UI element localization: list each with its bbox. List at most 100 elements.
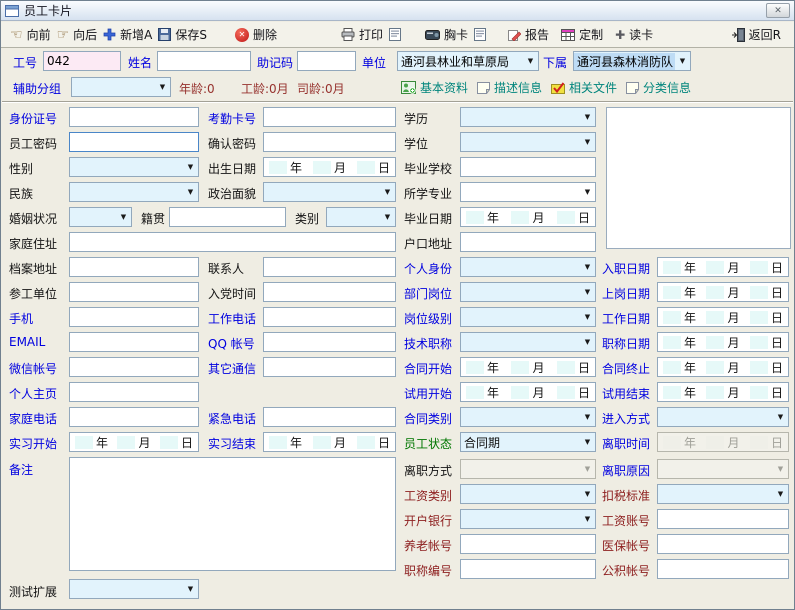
degree-dropdown[interactable]: ▼ [460,132,596,152]
mnemonic-input[interactable] [297,51,356,71]
hire-date-date-input[interactable]: 年月日 [657,257,789,277]
photo-placeholder[interactable] [606,107,791,249]
entry-method-dropdown[interactable]: ▼ [657,407,789,427]
dropdown-arrow-icon[interactable]: ▼ [580,413,595,421]
other-communication-input[interactable] [263,357,396,377]
archive-address-input[interactable] [69,257,199,277]
id-card-number-input[interactable] [69,107,199,127]
marital-status-dropdown[interactable]: ▼ [69,207,132,227]
name-input[interactable] [157,51,251,71]
confirm-password-input[interactable] [263,132,396,152]
badge-button[interactable]: 胸卡 [422,24,471,45]
dropdown-arrow-icon[interactable]: ▼ [580,438,595,446]
dropdown-arrow-icon[interactable]: ▼ [116,213,131,221]
close-button[interactable]: ✕ [766,3,790,18]
customize-button[interactable]: 定制 [558,24,606,45]
badge-preview-button[interactable] [471,26,489,43]
dropdown-arrow-icon[interactable]: ▼ [523,57,538,65]
political-status-dropdown[interactable]: ▼ [263,182,396,202]
contact-person-input[interactable] [263,257,396,277]
home-phone-input[interactable] [69,407,199,427]
internship-end-date-input[interactable]: 年月日 [263,432,396,452]
dropdown-arrow-icon[interactable]: ▼ [773,413,788,421]
test-extension-dropdown[interactable]: ▼ [69,579,199,599]
salary-category-dropdown[interactable]: ▼ [460,484,596,504]
dropdown-arrow-icon[interactable]: ▼ [675,57,690,65]
home-address-input[interactable] [69,232,396,252]
remarks-textarea[interactable] [69,457,396,571]
title-date-date-input[interactable]: 年月日 [657,332,789,352]
forward-button[interactable]: ☜ 向前 [7,24,54,45]
salary-account-input[interactable] [657,509,789,529]
dropdown-arrow-icon[interactable]: ▼ [580,313,595,321]
graduation-date-date-input[interactable]: 年月日 [460,207,596,227]
education-level-dropdown[interactable]: ▼ [460,107,596,127]
category-dropdown[interactable]: ▼ [326,207,396,227]
technical-title-dropdown[interactable]: ▼ [460,332,596,352]
dropdown-arrow-icon[interactable]: ▼ [580,288,595,296]
ethnicity-dropdown[interactable]: ▼ [69,182,199,202]
dropdown-arrow-icon[interactable]: ▼ [580,188,595,196]
tab-classification-info[interactable]: 分类信息 [626,79,691,96]
save-button[interactable]: 保存S [155,24,210,45]
birth-date-date-input[interactable]: 年月日 [263,157,396,177]
major-dropdown[interactable]: ▼ [460,182,596,202]
dropdown-arrow-icon[interactable]: ▼ [155,83,170,91]
medical-account-input[interactable] [657,534,789,554]
party-join-time-input[interactable] [263,282,396,302]
emp-no-input[interactable]: 042 [43,51,121,71]
department-position-dropdown[interactable]: ▼ [460,282,596,302]
pension-account-input[interactable] [460,534,596,554]
report-button[interactable]: 报告 [505,24,552,45]
probation-start-date-input[interactable]: 年月日 [460,382,596,402]
dropdown-arrow-icon[interactable]: ▼ [580,515,595,523]
internship-start-date-input[interactable]: 年月日 [69,432,199,452]
dropdown-arrow-icon[interactable]: ▼ [580,138,595,146]
contract-category-dropdown[interactable]: ▼ [460,407,596,427]
attendance-card-number-input[interactable] [263,107,396,127]
dropdown-arrow-icon[interactable]: ▼ [580,263,595,271]
position-level-dropdown[interactable]: ▼ [460,307,596,327]
dropdown-arrow-icon[interactable]: ▼ [773,490,788,498]
subordinate-dropdown[interactable]: 通河县森林消防队 ▼ [573,51,691,71]
backward-button[interactable]: ☞ 向后 [54,24,101,45]
read-card-button[interactable]: ✚ 读卡 [612,24,656,45]
return-button[interactable]: 返回R [729,24,784,45]
contract-end-date-input[interactable]: 年月日 [657,357,789,377]
employee-status-dropdown[interactable]: 合同期▼ [460,432,596,452]
probation-end-date-input[interactable]: 年月日 [657,382,789,402]
native-place-input[interactable] [169,207,286,227]
work-date-date-input[interactable]: 年月日 [657,307,789,327]
tab-related-files[interactable]: 相关文件 [551,79,617,96]
bank-dropdown[interactable]: ▼ [460,509,596,529]
personal-identity-dropdown[interactable]: ▼ [460,257,596,277]
graduation-school-input[interactable] [460,157,596,177]
tab-description-info[interactable]: 描述信息 [477,79,542,96]
first-work-unit-input[interactable] [69,282,199,302]
fund-account-input[interactable] [657,559,789,579]
dropdown-arrow-icon[interactable]: ▼ [580,490,595,498]
wechat-account-input[interactable] [69,357,199,377]
emergency-phone-input[interactable] [263,407,396,427]
work-phone-input[interactable] [263,307,396,327]
print-preview-button[interactable] [386,26,404,43]
post-date-date-input[interactable]: 年月日 [657,282,789,302]
dropdown-arrow-icon[interactable]: ▼ [580,338,595,346]
dropdown-arrow-icon[interactable]: ▼ [380,213,395,221]
tab-basic-info[interactable]: 基本资料 [401,79,468,96]
dropdown-arrow-icon[interactable]: ▼ [580,113,595,121]
email-input[interactable] [69,332,199,352]
title-number-input[interactable] [460,559,596,579]
delete-button[interactable]: ✕ 删除 [232,24,280,45]
dropdown-arrow-icon[interactable]: ▼ [183,163,198,171]
personal-homepage-input[interactable] [69,382,199,402]
tax-standard-dropdown[interactable]: ▼ [657,484,789,504]
mobile-phone-input[interactable] [69,307,199,327]
unit-dropdown[interactable]: 通河县林业和草原局 ▼ [397,51,539,71]
qq-account-input[interactable] [263,332,396,352]
dropdown-arrow-icon[interactable]: ▼ [380,188,395,196]
aux-group-dropdown[interactable]: ▼ [71,77,171,97]
household-address-input[interactable] [460,232,596,252]
dropdown-arrow-icon[interactable]: ▼ [183,188,198,196]
contract-start-date-input[interactable]: 年月日 [460,357,596,377]
